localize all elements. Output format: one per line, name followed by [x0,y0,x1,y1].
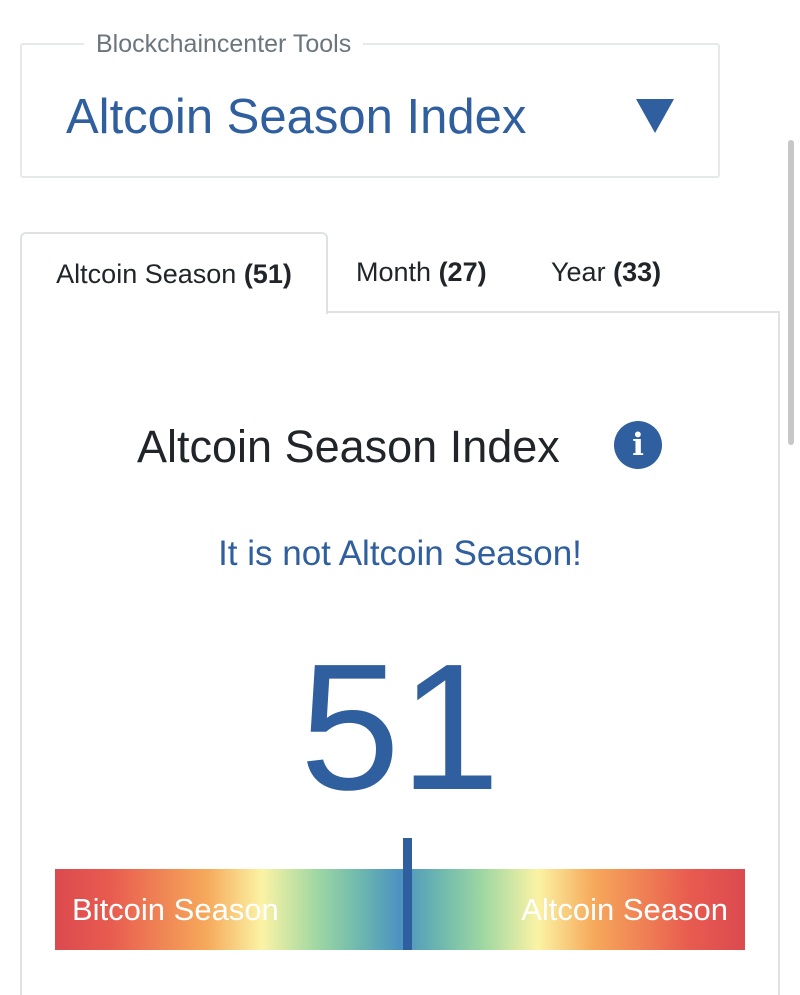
tool-select-dropdown[interactable]: Altcoin Season Index [22,65,718,165]
tab-label: Altcoin Season [56,259,237,289]
scrollbar-thumb[interactable] [788,140,794,445]
info-icon[interactable]: i [614,421,662,469]
index-title: Altcoin Season Index [137,421,560,472]
gauge-marker [402,838,412,950]
tools-legend: Blockchaincenter Tools [84,29,364,59]
season-gauge: Bitcoin Season Altcoin Season [55,838,745,950]
tab-year[interactable]: Year (33) [551,232,661,312]
tab-count: (51) [243,259,292,289]
tools-fieldset: Blockchaincenter Tools Altcoin Season In… [20,29,720,178]
tab-month[interactable]: Month (27) [356,232,487,312]
season-status: It is not Altcoin Season! [218,534,582,573]
tab-bar: Altcoin Season (51) Month (27) Year (33) [20,232,780,314]
tab-count: (27) [438,257,487,287]
bitcoin-season-label: Bitcoin Season [72,892,279,927]
tool-select-value: Altcoin Season Index [66,90,527,144]
caret-down-icon [636,99,674,133]
index-value: 51 [299,627,501,828]
tab-altcoin-season[interactable]: Altcoin Season (51) [20,232,328,314]
tab-count: (33) [613,257,662,287]
tab-label: Month [356,257,432,287]
altcoin-season-label: Altcoin Season [521,892,728,927]
tab-label: Year [551,257,606,287]
